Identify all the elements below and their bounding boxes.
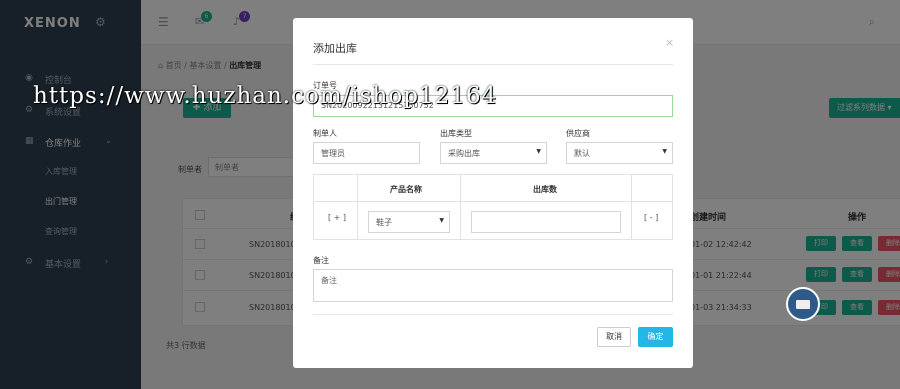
product-name-header: 产品名称	[390, 185, 422, 194]
quantity-header: 出库数	[533, 185, 557, 194]
modal-divider	[313, 64, 673, 65]
product-table-divider	[460, 174, 461, 240]
product-table-divider	[313, 201, 673, 202]
add-row-button[interactable]: [ + ]	[328, 213, 346, 222]
remark-label: 备注	[313, 256, 329, 265]
chat-avatar[interactable]	[786, 287, 820, 321]
product-select[interactable]: 鞋子 ▼	[368, 211, 450, 233]
caret-down-icon: ▼	[439, 217, 444, 224]
cancel-button[interactable]: 取消	[597, 327, 631, 347]
add-outbound-modal: 添加出库 × 订单号 SN20200922131215750752 制单人 管理…	[293, 18, 693, 368]
remark-textarea[interactable]: 备注	[313, 269, 673, 302]
product-value: 鞋子	[376, 218, 392, 227]
modal-title: 添加出库	[313, 42, 357, 55]
creator-label: 制单人	[313, 129, 337, 138]
product-table-divider	[357, 174, 358, 240]
creator-input[interactable]: 管理员	[313, 142, 420, 164]
confirm-button[interactable]: 确定	[638, 327, 673, 347]
outbound-type-select[interactable]: 采购出库 ▼	[440, 142, 547, 164]
close-icon[interactable]: ×	[665, 36, 674, 49]
quantity-input[interactable]	[471, 211, 621, 233]
supplier-select[interactable]: 默认 ▼	[566, 142, 673, 164]
modal-divider	[313, 314, 673, 315]
caret-down-icon: ▼	[536, 148, 541, 155]
outbound-type-label: 出库类型	[440, 129, 472, 138]
outbound-type-value: 采购出库	[448, 149, 480, 158]
product-table-divider	[631, 174, 632, 240]
supplier-label: 供应商	[566, 129, 590, 138]
remove-row-button[interactable]: [ - ]	[644, 213, 658, 222]
supplier-value: 默认	[574, 149, 590, 158]
caret-down-icon: ▼	[662, 148, 667, 155]
watermark-text: https://www.huzhan.com/ishop12164	[33, 83, 498, 109]
